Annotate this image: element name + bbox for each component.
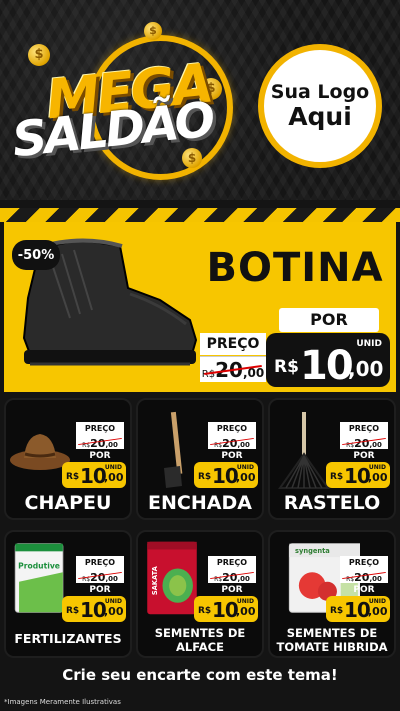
new-price: UNID R$ 10,00 (326, 596, 390, 622)
old-price: R$20,00 (340, 435, 388, 449)
product-name: ENCHADA (148, 492, 252, 514)
pack-brand-text: SAKATA (151, 565, 159, 595)
por-label: POR (221, 585, 243, 595)
new-price-currency: R$ (330, 472, 344, 482)
new-price-int: 10 (300, 343, 354, 389)
product-card-rastelo[interactable]: PREÇO R$20,00 POR UNID R$ 10,00 RASTELO (268, 398, 396, 520)
new-price-int: 10 (212, 598, 239, 622)
por-label: POR (89, 585, 111, 595)
new-price-dec: ,00 (104, 605, 124, 618)
new-price-dec: ,00 (348, 357, 384, 381)
product-name: CHAPEU (24, 492, 112, 514)
unit-label: UNID (368, 598, 386, 605)
new-price-dec: ,00 (368, 605, 388, 618)
header-banner: $ $ $ $ MEGA SALDÃO Sua Logo Aqui (0, 0, 400, 200)
old-price-label: PREÇO (340, 556, 388, 569)
old-price-label: PREÇO (76, 422, 124, 435)
por-label: POR (221, 451, 243, 461)
product-name-line1: SEMENTES DE (154, 626, 246, 640)
featured-title: BOTINA (206, 245, 384, 291)
hazard-stripe (0, 208, 400, 222)
unit-label: UNID (104, 598, 122, 605)
product-card-enchada[interactable]: PREÇO R$20,00 POR UNID R$ 10,00 ENCHADA (136, 398, 264, 520)
logo-text-line2: Aqui (288, 102, 352, 131)
product-name-line2: TOMATE HIBRIDA (276, 640, 388, 654)
old-price-dec: ,00 (369, 575, 382, 583)
flyer-page: $ $ $ $ MEGA SALDÃO Sua Logo Aqui -50% B… (0, 0, 400, 711)
new-price: UNID R$ 10,00 (326, 462, 390, 488)
new-price-dec: ,00 (236, 605, 256, 618)
unit-label: UNID (356, 339, 382, 349)
old-price: R$20,00 (208, 435, 256, 449)
product-name: SEMENTES DE TOMATE HIBRIDA (270, 626, 394, 654)
pack-brand-text: syngenta (295, 547, 330, 555)
new-price-currency: R$ (198, 472, 212, 482)
new-price: UNID R$ 10 ,00 (266, 333, 390, 389)
product-name-line1: FERTILIZANTES (14, 631, 122, 646)
unit-label: UNID (236, 464, 254, 471)
product-card-fertilizantes[interactable]: Produtive PREÇO R$20,00 POR UNID R$ 10,00 … (4, 530, 132, 658)
new-price: UNID R$ 10,00 (62, 462, 126, 488)
old-price-label: PREÇO (76, 556, 124, 569)
new-price: UNID R$ 10,00 (194, 462, 258, 488)
product-card-sementes-tomate[interactable]: syngenta PREÇO R$20,00 POR UNID R$ 10,00 S… (268, 530, 396, 658)
por-label: POR (89, 451, 111, 461)
unit-label: UNID (104, 464, 122, 471)
unit-label: UNID (368, 464, 386, 471)
new-price: UNID R$ 10,00 (62, 596, 126, 622)
old-price: R$20,00 (76, 435, 124, 449)
product-name: SEMENTES DE ALFACE (138, 626, 262, 654)
pack-brand-text: Produtive (18, 561, 60, 570)
old-price-dec: ,00 (105, 441, 118, 449)
new-price-int: 10 (80, 598, 107, 622)
new-price-currency: R$ (274, 357, 299, 377)
por-label: POR (353, 451, 375, 461)
new-price-int: 10 (212, 464, 239, 488)
unit-label: UNID (236, 598, 254, 605)
product-name: FERTILIZANTES (6, 632, 130, 646)
old-price: R$20,00 (340, 569, 388, 583)
new-price-int: 10 (344, 598, 371, 622)
logo-placeholder[interactable]: Sua Logo Aqui (258, 44, 382, 168)
coin-icon: $ (144, 22, 162, 40)
old-price-dec: ,00 (237, 575, 250, 583)
new-price-currency: R$ (66, 472, 80, 482)
old-price-dec: ,00 (237, 441, 250, 449)
product-name: RASTELO (283, 492, 381, 514)
old-price-label: PREÇO (340, 422, 388, 435)
old-price: R$20,00 (76, 569, 124, 583)
new-price-currency: R$ (330, 606, 344, 616)
old-price: R$20,00 (200, 356, 266, 382)
call-to-action-text[interactable]: Crie seu encarte com este tema! (0, 666, 400, 684)
new-price-dec: ,00 (236, 471, 256, 484)
product-name-line2: ALFACE (176, 640, 224, 654)
discount-badge: -50% (12, 240, 60, 270)
product-card-sementes-alface[interactable]: SAKATA PREÇO R$20,00 POR UNID R$ 10,00 SEM… (136, 530, 264, 658)
new-price-int: 10 (80, 464, 107, 488)
new-price-currency: R$ (66, 606, 80, 616)
new-price-int: 10 (344, 464, 371, 488)
old-price-dec: ,00 (105, 575, 118, 583)
new-price: UNID R$ 10,00 (194, 596, 258, 622)
disclaimer-text: *Imagens Meramente Ilustrativas (4, 698, 121, 706)
product-name-line1: SEMENTES DE (286, 626, 378, 640)
coin-icon: $ (182, 148, 202, 168)
new-price-dec: ,00 (104, 471, 124, 484)
new-price-dec: ,00 (368, 471, 388, 484)
old-price-label: PREÇO (208, 422, 256, 435)
old-price-dec: ,00 (369, 441, 382, 449)
new-price-currency: R$ (198, 606, 212, 616)
coin-icon: $ (28, 44, 50, 66)
product-card-chapeu[interactable]: PREÇO R$20,00 POR UNID R$ 10,00 CHAPEU (4, 398, 132, 520)
old-price-label: PREÇO (208, 556, 256, 569)
old-price: R$20,00 (208, 569, 256, 583)
por-label: POR (279, 308, 379, 332)
logo-text-line1: Sua Logo (270, 81, 370, 103)
old-price-label: PREÇO (200, 333, 266, 355)
por-label: POR (353, 585, 375, 595)
